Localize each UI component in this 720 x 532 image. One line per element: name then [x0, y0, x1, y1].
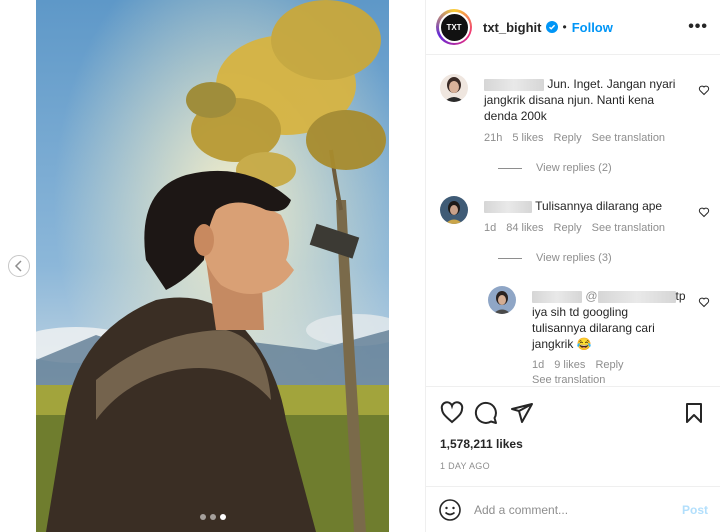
- see-translation-button[interactable]: See translation: [592, 222, 665, 234]
- comment-input[interactable]: [474, 502, 664, 517]
- heart-icon[interactable]: [440, 401, 464, 425]
- view-replies-label: View replies (2): [536, 162, 612, 174]
- post-button[interactable]: Post: [682, 503, 708, 517]
- comment-time: 1d: [532, 359, 545, 371]
- view-replies-label: View replies (3): [536, 252, 612, 264]
- photo-scene: [36, 0, 389, 532]
- post-photo[interactable]: [36, 0, 389, 532]
- comment-text: Tulisannya dilarang ape: [484, 198, 688, 214]
- view-replies-button[interactable]: View replies (2): [498, 162, 612, 174]
- comment-like-heart-icon[interactable]: [698, 296, 710, 308]
- replier-avatar-image: [488, 286, 516, 314]
- comments-list: Jun. Inget. Jangan nyari jangkrik disana…: [426, 56, 720, 386]
- post-header: TXT txt_bighit • Follow •••: [426, 0, 720, 55]
- comment-line: denda 200k: [484, 109, 547, 123]
- post-details-panel: TXT txt_bighit • Follow ••• Jun. Inget. …: [425, 0, 720, 532]
- more-icon[interactable]: •••: [688, 18, 708, 36]
- commenter-avatar[interactable]: [440, 74, 468, 102]
- reply-line: iya sih td googling: [532, 305, 629, 319]
- comment-text: Jun. Inget. Jangan nyari jangkrik disana…: [484, 76, 688, 124]
- blurred-username: [484, 78, 544, 91]
- commenter-avatar-image: [440, 196, 468, 224]
- comment-likes[interactable]: 5 likes: [512, 132, 543, 144]
- emoji-icon[interactable]: [438, 498, 462, 522]
- share-icon[interactable]: [510, 401, 534, 425]
- see-translation-button[interactable]: See translation: [532, 374, 605, 386]
- comment-like-heart-icon[interactable]: [698, 84, 710, 96]
- likes-count[interactable]: 1,578,211 likes: [440, 437, 523, 451]
- comment-meta: 1d 84 likes Reply See translation: [484, 222, 665, 234]
- separator-dot: •: [562, 20, 567, 34]
- view-replies-button[interactable]: View replies (3): [498, 252, 612, 264]
- reply-line: jangkrik 😂: [532, 337, 592, 351]
- comment-composer: Post: [426, 486, 720, 532]
- comment-line: Jun. Inget. Jangan nyari: [547, 77, 676, 91]
- comment-item: Tulisannya dilarang ape 1d 84 likes Repl…: [440, 196, 710, 286]
- reply-text: @ tp iya sih td googling tulisannya dilar…: [532, 289, 686, 351]
- carousel-dot[interactable]: [199, 514, 206, 520]
- comment-meta: 21h 5 likes Reply See translation: [484, 132, 665, 144]
- carousel-dots: [36, 514, 389, 520]
- comment-line: jangkrik disana njun. Nanti kena: [484, 93, 655, 107]
- comment-time: 21h: [484, 132, 503, 144]
- commenter-avatar[interactable]: [440, 196, 468, 224]
- carousel-dot[interactable]: [209, 514, 216, 520]
- chevron-left-icon: [14, 260, 22, 272]
- see-translation-button[interactable]: See translation: [592, 132, 665, 144]
- replier-avatar[interactable]: [488, 286, 516, 314]
- verified-icon: [545, 21, 558, 33]
- commenter-avatar-image: [440, 74, 468, 102]
- post-actions: 1,578,211 likes 1 DAY AGO: [426, 386, 720, 492]
- previous-post-button[interactable]: [8, 255, 30, 277]
- reply-button[interactable]: Reply: [554, 222, 582, 234]
- mention-suffix: tp: [675, 289, 686, 303]
- blurred-username: [532, 290, 582, 303]
- replies-divider: [498, 257, 522, 259]
- reply-item: @ tp iya sih td googling tulisannya dilar…: [488, 286, 710, 386]
- author-avatar-logo: TXT: [438, 11, 470, 43]
- author-username[interactable]: txt_bighit: [483, 20, 542, 35]
- comment-icon[interactable]: [474, 401, 498, 425]
- comment-likes[interactable]: 9 likes: [554, 359, 585, 371]
- reply-button[interactable]: Reply: [554, 132, 582, 144]
- reply-line: tulisannya dilarang cari: [532, 321, 655, 335]
- reply-button[interactable]: Reply: [595, 359, 623, 371]
- comment-like-heart-icon[interactable]: [698, 206, 710, 218]
- follow-button[interactable]: Follow: [572, 20, 613, 35]
- reply-meta: 1d 9 likes Reply: [532, 359, 624, 371]
- carousel-dot-active[interactable]: [219, 514, 226, 520]
- blurred-mention: [597, 290, 676, 303]
- blurred-username: [484, 200, 532, 213]
- replies-divider: [498, 167, 522, 169]
- author-avatar[interactable]: TXT: [436, 9, 472, 45]
- post-date: 1 DAY AGO: [440, 461, 490, 471]
- comment-time: 1d: [484, 222, 497, 234]
- reply-meta-translation: See translation: [532, 374, 605, 386]
- comment-likes[interactable]: 84 likes: [506, 222, 543, 234]
- comment-line: Tulisannya dilarang ape: [535, 199, 663, 213]
- comment-item: Jun. Inget. Jangan nyari jangkrik disana…: [440, 74, 710, 184]
- bookmark-icon[interactable]: [682, 401, 706, 425]
